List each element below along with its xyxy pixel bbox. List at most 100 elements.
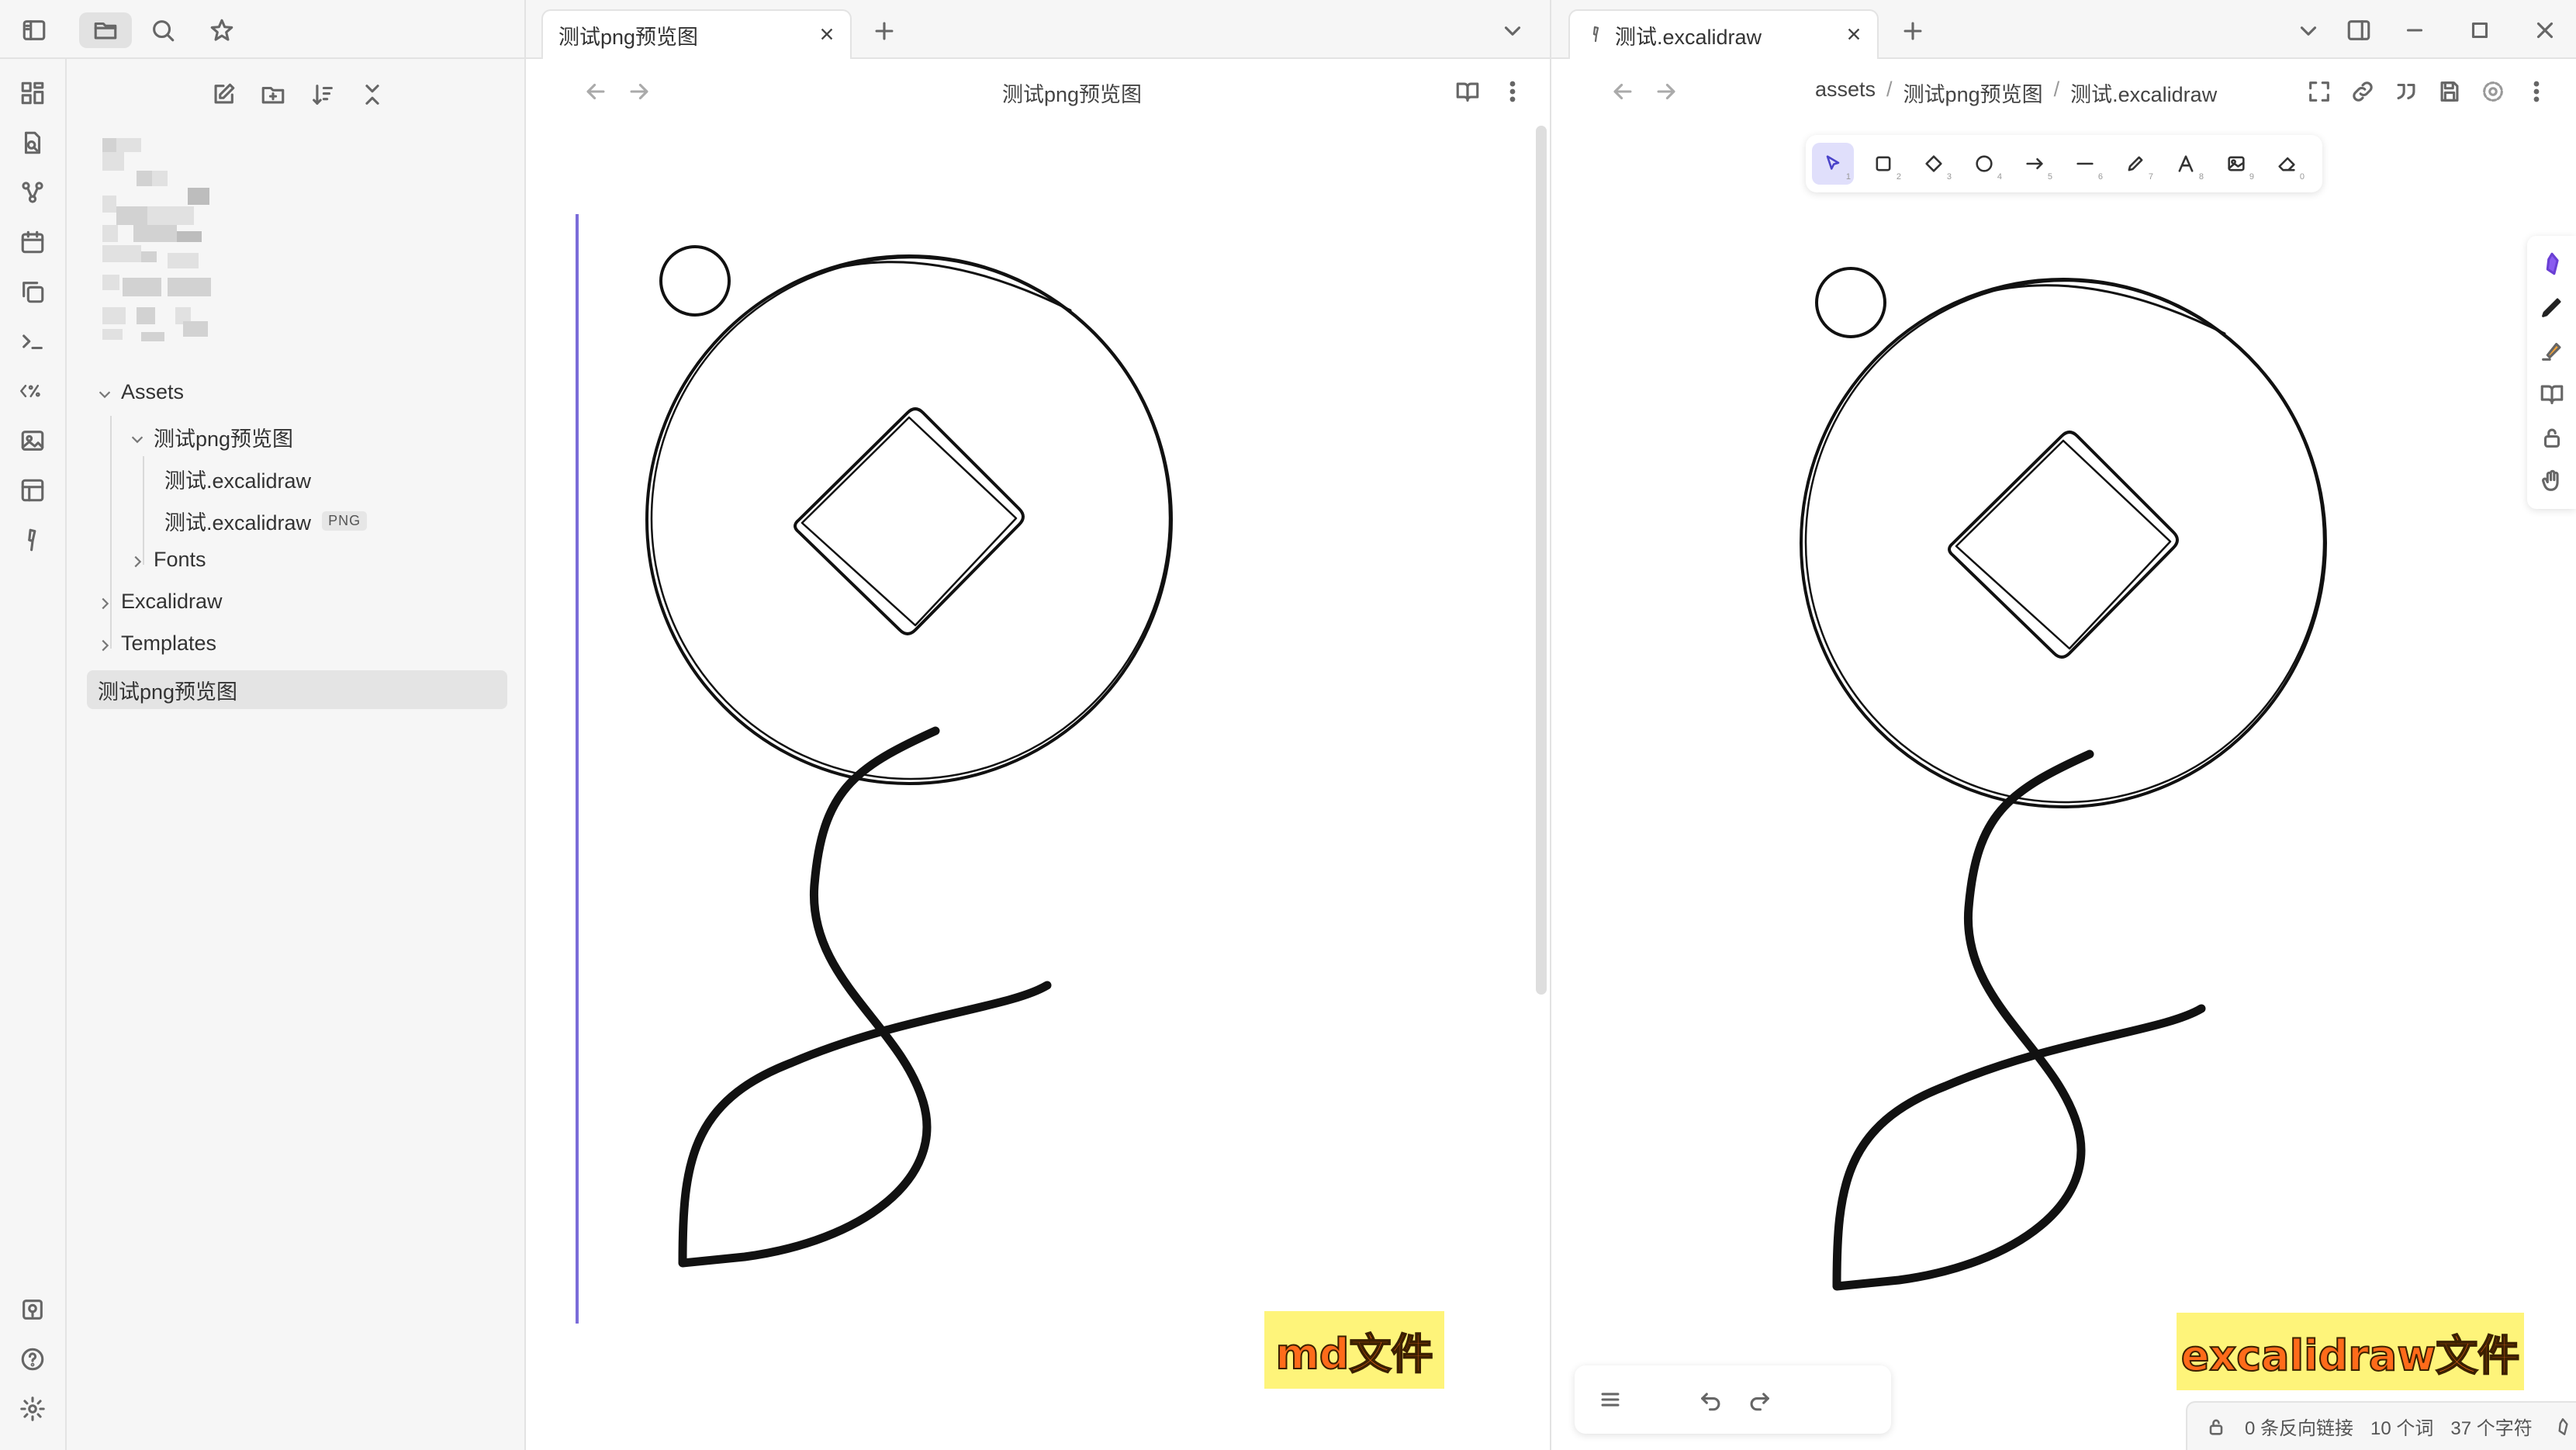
forward-arrow-icon[interactable] (622, 74, 656, 109)
sync-status-icon[interactable] (2550, 1413, 2576, 1441)
vault-switch-icon[interactable] (16, 1293, 50, 1327)
pane-divider[interactable] (1550, 0, 1551, 1450)
view-title: 测试png预览图 (1002, 83, 1143, 106)
sort-icon[interactable] (306, 78, 340, 112)
back-arrow-icon[interactable] (579, 74, 613, 109)
redo-icon[interactable] (1742, 1383, 1776, 1417)
undo-icon[interactable] (1694, 1383, 1728, 1417)
status-bar: 0 条反向链接 10 个词 37 个字符 (2186, 1401, 2576, 1450)
new-note-icon[interactable] (206, 78, 240, 112)
search-icon[interactable] (146, 14, 180, 47)
excalidraw-file-icon (1585, 23, 1607, 45)
tab-list-chevron-icon[interactable] (2291, 16, 2325, 47)
close-icon[interactable] (814, 22, 839, 47)
folder-assets[interactable]: Assets (96, 380, 184, 404)
char-count: 37 个字符 (2450, 1418, 2533, 1439)
obsidian-tools-icon[interactable] (2535, 247, 2569, 281)
forward-arrow-icon[interactable] (1649, 74, 1683, 109)
ellipse-tool[interactable]: 4 (1963, 143, 2005, 185)
diamond-tool[interactable]: 3 (1913, 143, 1955, 185)
embedded-drawing-preview (645, 245, 1173, 1268)
breadcrumb-item[interactable]: assets (1815, 78, 1876, 108)
folder-excalidraw[interactable]: Excalidraw (96, 590, 223, 614)
backlinks-count[interactable]: 0 条反向链接 (2245, 1413, 2353, 1440)
more-options-icon[interactable] (2519, 74, 2554, 109)
save-icon[interactable] (2433, 74, 2467, 109)
tool-shortcut: 6 (2097, 172, 2103, 182)
templater-icon[interactable] (16, 374, 50, 408)
help-icon[interactable] (16, 1342, 50, 1376)
folder-label: Fonts (154, 548, 206, 571)
more-options-icon[interactable] (1495, 74, 1530, 109)
main-menu-icon[interactable] (1593, 1383, 1627, 1417)
folder-label: Excalidraw (121, 590, 223, 613)
ribbon (0, 59, 67, 1450)
tab-md-note[interactable]: 测试png预览图 (541, 9, 852, 59)
sidebar-toggle-icon[interactable] (17, 16, 51, 45)
pen-icon[interactable] (2535, 290, 2569, 324)
excalidraw-icon[interactable] (16, 523, 50, 557)
file-search-icon[interactable] (16, 126, 50, 160)
rectangle-tool[interactable]: 2 (1862, 143, 1904, 185)
tab-list-chevron-icon[interactable] (1495, 16, 1530, 47)
text-tool[interactable]: 8 (2165, 143, 2207, 185)
file-label: 测试png预览图 (98, 680, 238, 704)
breadcrumb-item[interactable]: 测试.excalidraw (2070, 78, 2217, 108)
folder-subfolder[interactable]: 测试png预览图 (129, 422, 293, 452)
link-icon[interactable] (2346, 74, 2380, 109)
tab-label: 测试png预览图 (558, 25, 699, 49)
file-item-selected[interactable]: 测试png预览图 (87, 670, 507, 709)
close-icon[interactable] (1841, 22, 1866, 47)
arrow-tool[interactable]: 5 (2014, 143, 2056, 185)
new-folder-icon[interactable] (256, 78, 290, 112)
new-tab-icon[interactable] (867, 16, 901, 47)
selection-tool[interactable]: 1 (1812, 143, 1854, 185)
layout-icon[interactable] (16, 473, 50, 507)
tool-shortcut: 7 (2148, 172, 2153, 182)
calendar-icon[interactable] (16, 225, 50, 259)
graph-view-icon[interactable] (16, 175, 50, 209)
left-tab-bar: 测试png预览图 (526, 0, 1550, 59)
quote-icon[interactable] (2389, 74, 2423, 109)
collapse-all-icon[interactable] (355, 78, 389, 112)
file-explorer-icon[interactable] (79, 12, 132, 48)
tool-shortcut: 2 (1896, 172, 1901, 182)
excalidraw-canvas[interactable] (1759, 256, 2380, 1327)
minimize-window-icon[interactable] (2397, 14, 2433, 47)
excalidraw-side-tools (2527, 236, 2576, 509)
breadcrumb: assets / 测试png预览图 / 测试.excalidraw (1815, 78, 2217, 108)
chevron-down-icon (129, 429, 146, 446)
file-item[interactable]: 测试.excalidraw (164, 464, 311, 494)
file-item[interactable]: 测试.excalidraw PNG (164, 506, 368, 536)
copy-icon[interactable] (16, 275, 50, 309)
eraser-tool[interactable]: 0 (2266, 143, 2308, 185)
image-tool[interactable]: 9 (2215, 143, 2257, 185)
file-label: 测试.excalidraw (164, 511, 312, 535)
highlighter-icon[interactable] (2535, 334, 2569, 368)
fullscreen-icon[interactable] (2302, 74, 2336, 109)
settings-icon[interactable] (2476, 74, 2510, 109)
tab-excalidraw-file[interactable]: 测试.excalidraw (1568, 9, 1879, 59)
new-tab-icon[interactable] (1896, 16, 1930, 47)
reading-view-icon[interactable] (1451, 74, 1485, 109)
scrollbar[interactable] (1536, 126, 1547, 995)
lock-icon[interactable] (2201, 1411, 2231, 1442)
back-arrow-icon[interactable] (1606, 74, 1640, 109)
image-icon[interactable] (16, 424, 50, 458)
settings-gear-icon[interactable] (16, 1392, 50, 1426)
star-icon[interactable] (205, 14, 239, 47)
image-icon (2228, 156, 2245, 171)
line-tool[interactable]: 6 (2064, 143, 2106, 185)
breadcrumb-item[interactable]: 测试png预览图 (1903, 78, 2043, 108)
dashboard-icon[interactable] (16, 76, 50, 110)
right-sidebar-toggle-icon[interactable] (2341, 14, 2377, 47)
folder-templates[interactable]: Templates (96, 632, 216, 656)
maximize-window-icon[interactable] (2462, 14, 2498, 47)
hand-icon[interactable] (2535, 464, 2569, 498)
folder-fonts[interactable]: Fonts (129, 548, 206, 572)
book-icon[interactable] (2535, 377, 2569, 411)
unlock-icon[interactable] (2535, 420, 2569, 455)
close-window-icon[interactable] (2527, 14, 2563, 47)
draw-tool[interactable]: 7 (2114, 143, 2156, 185)
terminal-icon[interactable] (16, 324, 50, 358)
